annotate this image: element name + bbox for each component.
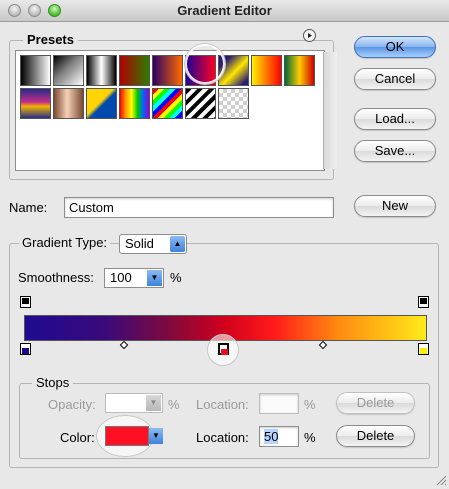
load-button[interactable]: Load... — [354, 108, 436, 130]
presets-scrollbar[interactable] — [323, 52, 337, 169]
color-location-unit: % — [304, 430, 316, 445]
preset-swatch[interactable] — [218, 88, 249, 119]
preset-swatch[interactable] — [53, 88, 84, 119]
window-title: Gradient Editor — [177, 3, 272, 18]
preset-swatch[interactable] — [20, 55, 51, 86]
preset-swatch[interactable] — [152, 88, 183, 119]
presets-label: Presets — [23, 32, 78, 47]
save-button[interactable]: Save... — [354, 140, 436, 162]
color-stop-left[interactable] — [20, 343, 31, 355]
up-down-arrows-icon: ▲ — [170, 236, 185, 252]
cancel-button[interactable]: Cancel — [354, 68, 436, 90]
color-dropdown-icon[interactable]: ▼ — [149, 428, 163, 444]
smoothness-unit: % — [170, 270, 182, 285]
opacity-unit: % — [168, 397, 180, 412]
opacity-location-unit: % — [304, 397, 316, 412]
preset-swatch[interactable] — [86, 88, 117, 119]
color-location-label: Location: — [196, 430, 249, 445]
opacity-stop-right[interactable] — [418, 296, 429, 308]
gradient-preview-bar[interactable] — [24, 315, 427, 341]
delete-color-stop-button[interactable]: Delete — [336, 425, 415, 447]
name-label: Name: — [9, 200, 48, 215]
preset-swatch[interactable] — [86, 55, 117, 86]
preset-swatch[interactable] — [218, 55, 249, 86]
smoothness-label: Smoothness: — [18, 270, 94, 285]
delete-opacity-stop-button: Delete — [336, 392, 415, 414]
dropdown-arrow-icon: ▼ — [146, 395, 161, 411]
preset-swatch[interactable] — [185, 88, 216, 119]
color-label: Color: — [60, 430, 95, 445]
name-field[interactable]: Custom — [64, 197, 334, 218]
dropdown-arrow-icon: ▼ — [147, 270, 162, 286]
presets-menu-icon[interactable] — [303, 29, 316, 42]
presets-list — [15, 44, 337, 171]
stops-label: Stops — [32, 375, 74, 390]
resize-grip-icon[interactable] — [435, 474, 447, 486]
color-location-value: 50 — [264, 429, 279, 444]
color-location-field[interactable]: 50 — [259, 426, 299, 447]
color-stop-right[interactable] — [418, 343, 429, 355]
preset-swatch[interactable] — [20, 88, 51, 119]
gradient-type-value: Solid — [125, 236, 154, 251]
new-button[interactable]: New — [354, 195, 436, 217]
title-bar: Gradient Editor — [0, 0, 449, 22]
color-stop-middle[interactable] — [218, 343, 229, 355]
opacity-label: Opacity: — [48, 397, 96, 412]
opacity-stop-left[interactable] — [20, 296, 31, 308]
preset-swatch[interactable] — [152, 55, 183, 86]
gradient-type-label: Gradient Type: — [19, 235, 111, 250]
preset-swatch[interactable] — [185, 55, 216, 86]
smoothness-field[interactable]: 100 ▼ — [104, 268, 164, 288]
ok-button[interactable]: OK — [354, 36, 436, 58]
smoothness-value: 100 — [110, 270, 132, 285]
color-swatch[interactable] — [105, 426, 149, 446]
opacity-location-field — [259, 393, 299, 414]
opacity-field: ▼ — [105, 393, 163, 413]
preset-swatch[interactable] — [119, 55, 150, 86]
opacity-location-label: Location: — [196, 397, 249, 412]
gradient-type-select[interactable]: Solid ▲ — [119, 234, 187, 254]
preset-swatch[interactable] — [119, 88, 150, 119]
preset-swatch[interactable] — [53, 55, 84, 86]
preset-swatch[interactable] — [251, 55, 282, 86]
preset-swatch[interactable] — [284, 55, 315, 86]
